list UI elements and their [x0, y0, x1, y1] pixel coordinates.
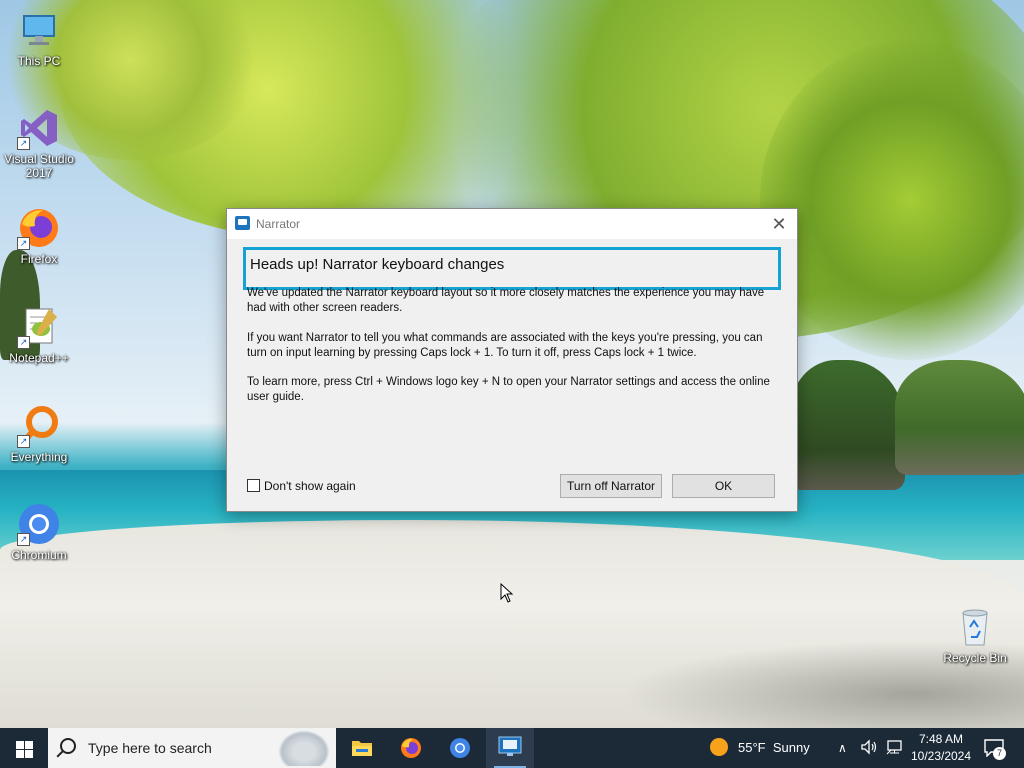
desktop-icon-recycle-bin[interactable]: Recycle Bin — [937, 605, 1013, 665]
volume-button[interactable] — [860, 728, 878, 768]
network-button[interactable] — [886, 728, 904, 768]
notification-count-badge: 7 — [993, 747, 1006, 760]
chromium-icon: ↗ — [17, 502, 61, 546]
clock-date: 10/23/2024 — [910, 749, 972, 763]
desktop-icon-label: Recycle Bin — [943, 651, 1007, 665]
turn-off-narrator-button[interactable]: Turn off Narrator — [560, 474, 662, 498]
dialog-heading: Heads up! Narrator keyboard changes — [250, 256, 505, 273]
heading-focus-box: Heads up! Narrator keyboard changes — [243, 247, 781, 290]
taskbar-file-explorer[interactable] — [338, 728, 386, 768]
notification-center-button[interactable]: 7 — [980, 728, 1010, 768]
narrator-dialog: Narrator ✕ Heads up! Narrator keyboard c… — [226, 208, 798, 512]
narrator-icon — [235, 216, 250, 230]
dont-show-again-checkbox[interactable]: Don't show again — [247, 479, 356, 493]
dialog-paragraph: To learn more, press Ctrl + Windows logo… — [247, 376, 770, 403]
checkbox-box[interactable] — [247, 479, 260, 492]
chevron-up-icon: ∧ — [838, 741, 847, 755]
mouse-cursor-icon — [500, 583, 514, 603]
network-icon — [886, 740, 902, 755]
weather-description: Sunny — [772, 740, 810, 755]
desktop-icon-chromium[interactable]: ↗ Chromium — [1, 502, 77, 562]
taskbar-search-box[interactable]: Type here to search — [48, 728, 336, 768]
firefox-icon: ↗ — [17, 206, 61, 250]
taskbar: Type here to search 55°F Sunny ∧ 7:48 AM… — [0, 728, 1024, 768]
taskbar-narrator[interactable] — [486, 728, 534, 768]
file-explorer-icon — [352, 741, 372, 756]
everything-search-icon: ↗ — [17, 404, 61, 448]
close-button[interactable]: ✕ — [769, 214, 789, 234]
notepadpp-icon: ↗ — [17, 305, 61, 349]
weather-temperature: 55°F — [738, 740, 766, 755]
show-hidden-icons-button[interactable]: ∧ — [838, 728, 847, 768]
desktop-icon-label: Notepad++ — [9, 351, 69, 365]
desktop-icon-visual-studio[interactable]: ↗ Visual Studio 2017 — [1, 106, 77, 180]
firefox-icon — [401, 738, 421, 758]
narrator-icon — [498, 736, 522, 756]
desktop-icon-label: Firefox — [20, 252, 58, 266]
shortcut-arrow-icon: ↗ — [17, 237, 30, 250]
dialog-titlebar[interactable]: Narrator ✕ — [227, 209, 797, 239]
wallpaper-rock-mid — [790, 360, 905, 490]
shortcut-arrow-icon: ↗ — [17, 336, 30, 349]
speaker-icon — [861, 739, 877, 755]
recycle-bin-icon — [953, 605, 997, 649]
taskbar-firefox[interactable] — [387, 728, 435, 768]
taskbar-chromium[interactable] — [436, 728, 484, 768]
visual-studio-icon: ↗ — [17, 106, 61, 150]
search-placeholder: Type here to search — [88, 740, 212, 756]
dialog-title: Narrator — [256, 217, 301, 231]
start-button[interactable] — [0, 728, 48, 768]
clock-time: 7:48 AM — [918, 732, 964, 746]
desktop-icon-this-pc[interactable]: This PC — [1, 8, 77, 68]
ok-button[interactable]: OK — [672, 474, 775, 498]
sun-icon — [710, 738, 728, 756]
dialog-paragraph: We've updated the Narrator keyboard layo… — [247, 287, 765, 314]
wallpaper-rock-right — [895, 360, 1024, 475]
desktop-icon-label: This PC — [17, 54, 61, 68]
desktop-icon-notepadpp[interactable]: ↗ Notepad++ — [1, 305, 77, 365]
desktop-icon-firefox[interactable]: ↗ Firefox — [1, 206, 77, 266]
desktop-icon-label: Everything — [10, 450, 68, 464]
dialog-paragraph: If you want Narrator to tell you what co… — [247, 332, 763, 359]
checkbox-label: Don't show again — [264, 479, 356, 493]
chromium-icon — [450, 738, 470, 758]
search-highlight-image — [278, 730, 330, 766]
shortcut-arrow-icon: ↗ — [17, 137, 30, 150]
desktop-icon-everything[interactable]: ↗ Everything — [1, 404, 77, 464]
shortcut-arrow-icon: ↗ — [17, 533, 30, 546]
computer-icon — [17, 8, 61, 52]
weather-widget[interactable]: 55°F Sunny — [710, 728, 810, 768]
desktop-icon-label: Visual Studio 2017 — [4, 152, 74, 180]
desktop-icon-label: Chromium — [11, 548, 67, 562]
taskbar-clock[interactable]: 7:48 AM 10/23/2024 — [908, 731, 974, 765]
search-icon — [60, 738, 76, 754]
shortcut-arrow-icon: ↗ — [17, 435, 30, 448]
